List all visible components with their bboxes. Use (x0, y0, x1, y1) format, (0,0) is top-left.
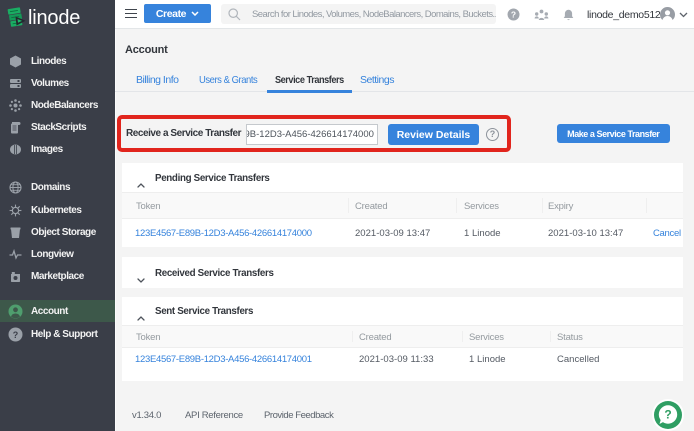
svg-text:?: ? (664, 408, 671, 422)
svg-text:?: ? (510, 10, 515, 20)
svg-text:?: ? (13, 330, 19, 340)
